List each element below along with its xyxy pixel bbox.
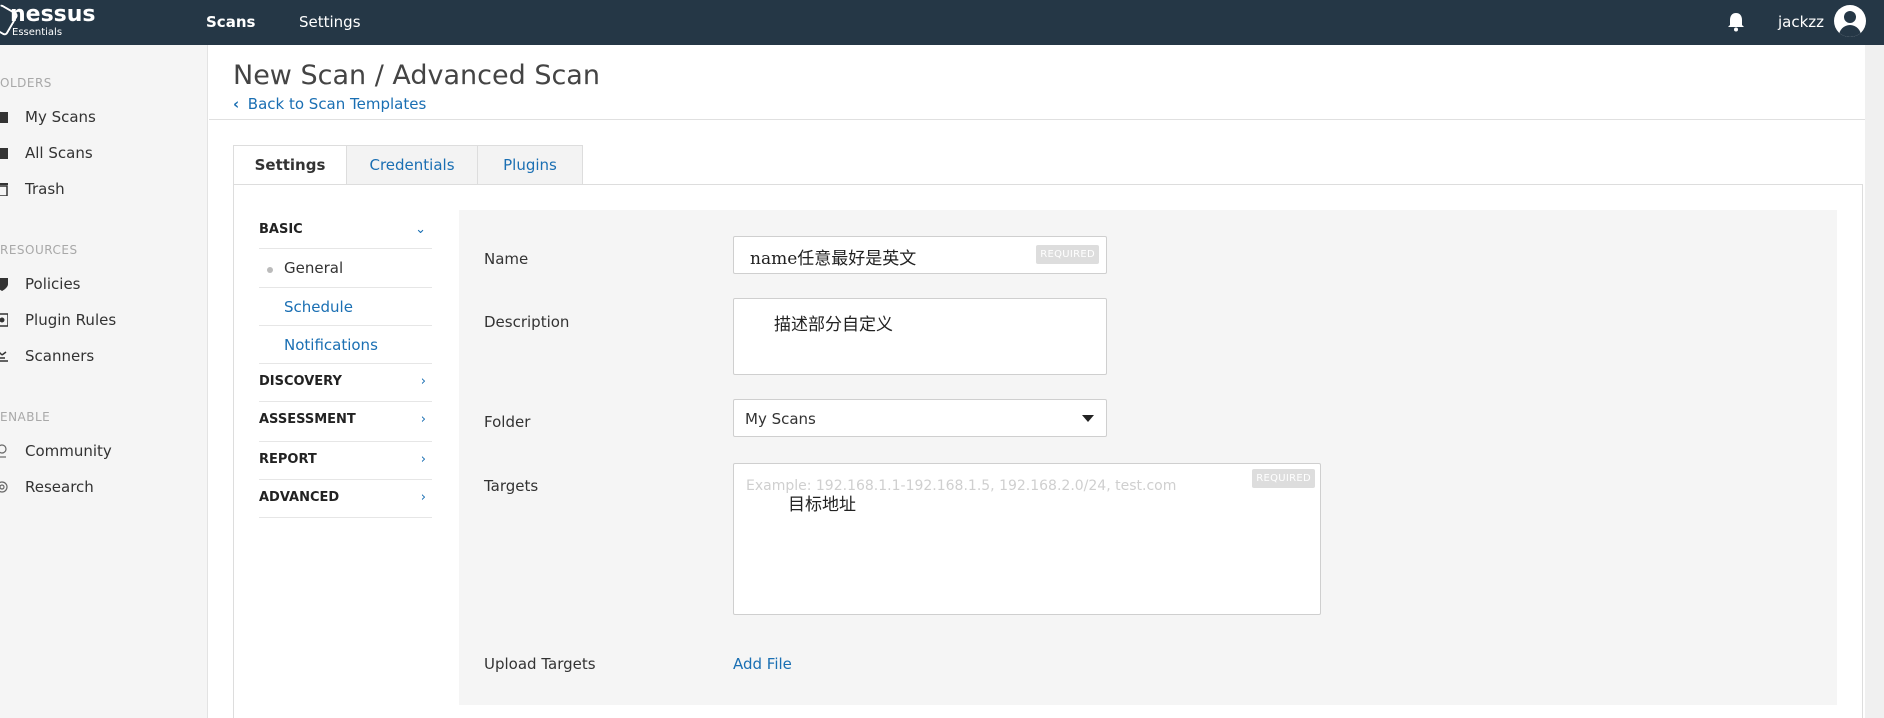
chevron-right-icon: › (420, 452, 426, 467)
sidebar-section-tenable: ENABLE (0, 410, 51, 424)
folder-selected-value: My Scans (745, 410, 816, 428)
research-icon (0, 480, 8, 494)
username[interactable]: jackzz (1778, 13, 1824, 31)
menu-assessment-label: ASSESSMENT (259, 412, 356, 427)
sidebar: OLDERS My Scans All Scans Trash RESOURCE… (0, 45, 208, 718)
top-navigation-bar: nessus Essentials Scans Settings jackzz (0, 0, 1884, 45)
nav-scans[interactable]: Scans (206, 13, 255, 31)
sidebar-item-label: Scanners (25, 347, 95, 365)
community-icon (0, 444, 8, 458)
sidebar-section-folders: OLDERS (0, 76, 52, 90)
sidebar-item-label: Trash (25, 180, 65, 198)
sidebar-item-label: All Scans (25, 144, 93, 162)
sidebar-item-research[interactable]: Research (0, 474, 206, 502)
plugin-rules-icon (0, 313, 9, 327)
caret-down-icon (1082, 415, 1094, 422)
trash-icon (0, 182, 8, 197)
tab-plugins[interactable]: Plugins (477, 145, 583, 185)
chevron-right-icon: › (420, 412, 426, 427)
tab-credentials[interactable]: Credentials (346, 145, 478, 185)
sidebar-item-scanners[interactable]: Scanners (0, 343, 206, 371)
brand-name: nessus (10, 2, 96, 27)
folder-icon (0, 110, 8, 124)
chevron-down-icon: ⌄ (415, 222, 426, 237)
name-input[interactable]: name任意最好是英文 REQUIRED (733, 236, 1107, 274)
menu-notifications[interactable]: Notifications (259, 326, 432, 364)
menu-assessment[interactable]: ASSESSMENT › (259, 402, 432, 442)
folder-icon (0, 146, 8, 160)
sidebar-item-label: My Scans (25, 108, 96, 126)
brand-edition: Essentials (12, 27, 63, 38)
sidebar-item-all-scans[interactable]: All Scans (0, 140, 206, 168)
sidebar-item-policies[interactable]: Policies (0, 271, 206, 299)
sidebar-item-my-scans[interactable]: My Scans (0, 104, 206, 132)
description-value: 描述部分自定义 (774, 315, 893, 335)
sidebar-item-label: Plugin Rules (25, 311, 117, 329)
menu-discovery-label: DISCOVERY (259, 374, 342, 389)
sidebar-section-resources: RESOURCES (0, 243, 78, 257)
active-dot-icon (267, 267, 273, 273)
menu-discovery[interactable]: DISCOVERY › (259, 364, 432, 402)
bell-icon[interactable] (1727, 12, 1745, 32)
menu-report[interactable]: REPORT › (259, 442, 432, 480)
menu-basic[interactable]: BASIC ⌄ (259, 212, 432, 249)
chevron-left-icon: ‹ (233, 95, 240, 113)
menu-basic-label: BASIC (259, 222, 303, 237)
nav-settings[interactable]: Settings (299, 13, 361, 31)
chevron-right-icon: › (420, 490, 426, 505)
add-file-link[interactable]: Add File (733, 655, 792, 673)
general-settings-form: Name name任意最好是英文 REQUIRED Description 描述… (459, 210, 1837, 705)
page-scrollbar[interactable] (1865, 45, 1884, 718)
sidebar-item-community[interactable]: Community (0, 438, 206, 466)
menu-advanced[interactable]: ADVANCED › (259, 480, 432, 518)
menu-report-label: REPORT (259, 452, 317, 467)
menu-advanced-label: ADVANCED (259, 490, 340, 505)
menu-general[interactable]: General (259, 249, 432, 288)
settings-content: BASIC ⌄ General Schedule Notifications D… (233, 184, 1863, 718)
description-textarea[interactable]: 描述部分自定义 (733, 298, 1107, 375)
folder-label: Folder (484, 413, 531, 431)
scanner-icon (0, 349, 8, 363)
name-label: Name (484, 250, 529, 268)
page-title: New Scan / Advanced Scan (233, 60, 600, 91)
targets-textarea[interactable]: Example: 192.168.1.1-192.168.1.5, 192.16… (733, 463, 1321, 615)
targets-value: 目标地址 (788, 495, 856, 515)
sidebar-item-trash[interactable]: Trash (0, 176, 206, 204)
sidebar-item-label: Policies (25, 275, 81, 293)
back-link-label: Back to Scan Templates (247, 95, 427, 113)
sidebar-item-plugin-rules[interactable]: Plugin Rules (0, 307, 206, 335)
targets-label: Targets (484, 477, 539, 495)
menu-general-label: General (284, 259, 344, 277)
menu-schedule-label: Schedule (284, 298, 353, 316)
name-value: name任意最好是英文 (750, 249, 917, 269)
folder-select[interactable]: My Scans (733, 399, 1107, 437)
sidebar-item-label: Community (25, 442, 112, 460)
header-divider (209, 119, 1884, 120)
chevron-right-icon: › (420, 374, 426, 389)
description-label: Description (484, 313, 570, 331)
shield-icon (0, 277, 8, 291)
tab-settings[interactable]: Settings (233, 145, 347, 186)
back-to-templates-link[interactable]: ‹ Back to Scan Templates (233, 95, 426, 113)
upload-targets-label: Upload Targets (484, 655, 596, 673)
menu-schedule[interactable]: Schedule (259, 288, 432, 326)
required-badge: REQUIRED (1036, 245, 1099, 264)
avatar-icon[interactable] (1834, 5, 1866, 37)
sidebar-item-label: Research (25, 478, 94, 496)
nessus-logo[interactable]: nessus Essentials (0, 2, 120, 41)
required-badge: REQUIRED (1252, 469, 1315, 488)
menu-notifications-label: Notifications (284, 336, 378, 354)
